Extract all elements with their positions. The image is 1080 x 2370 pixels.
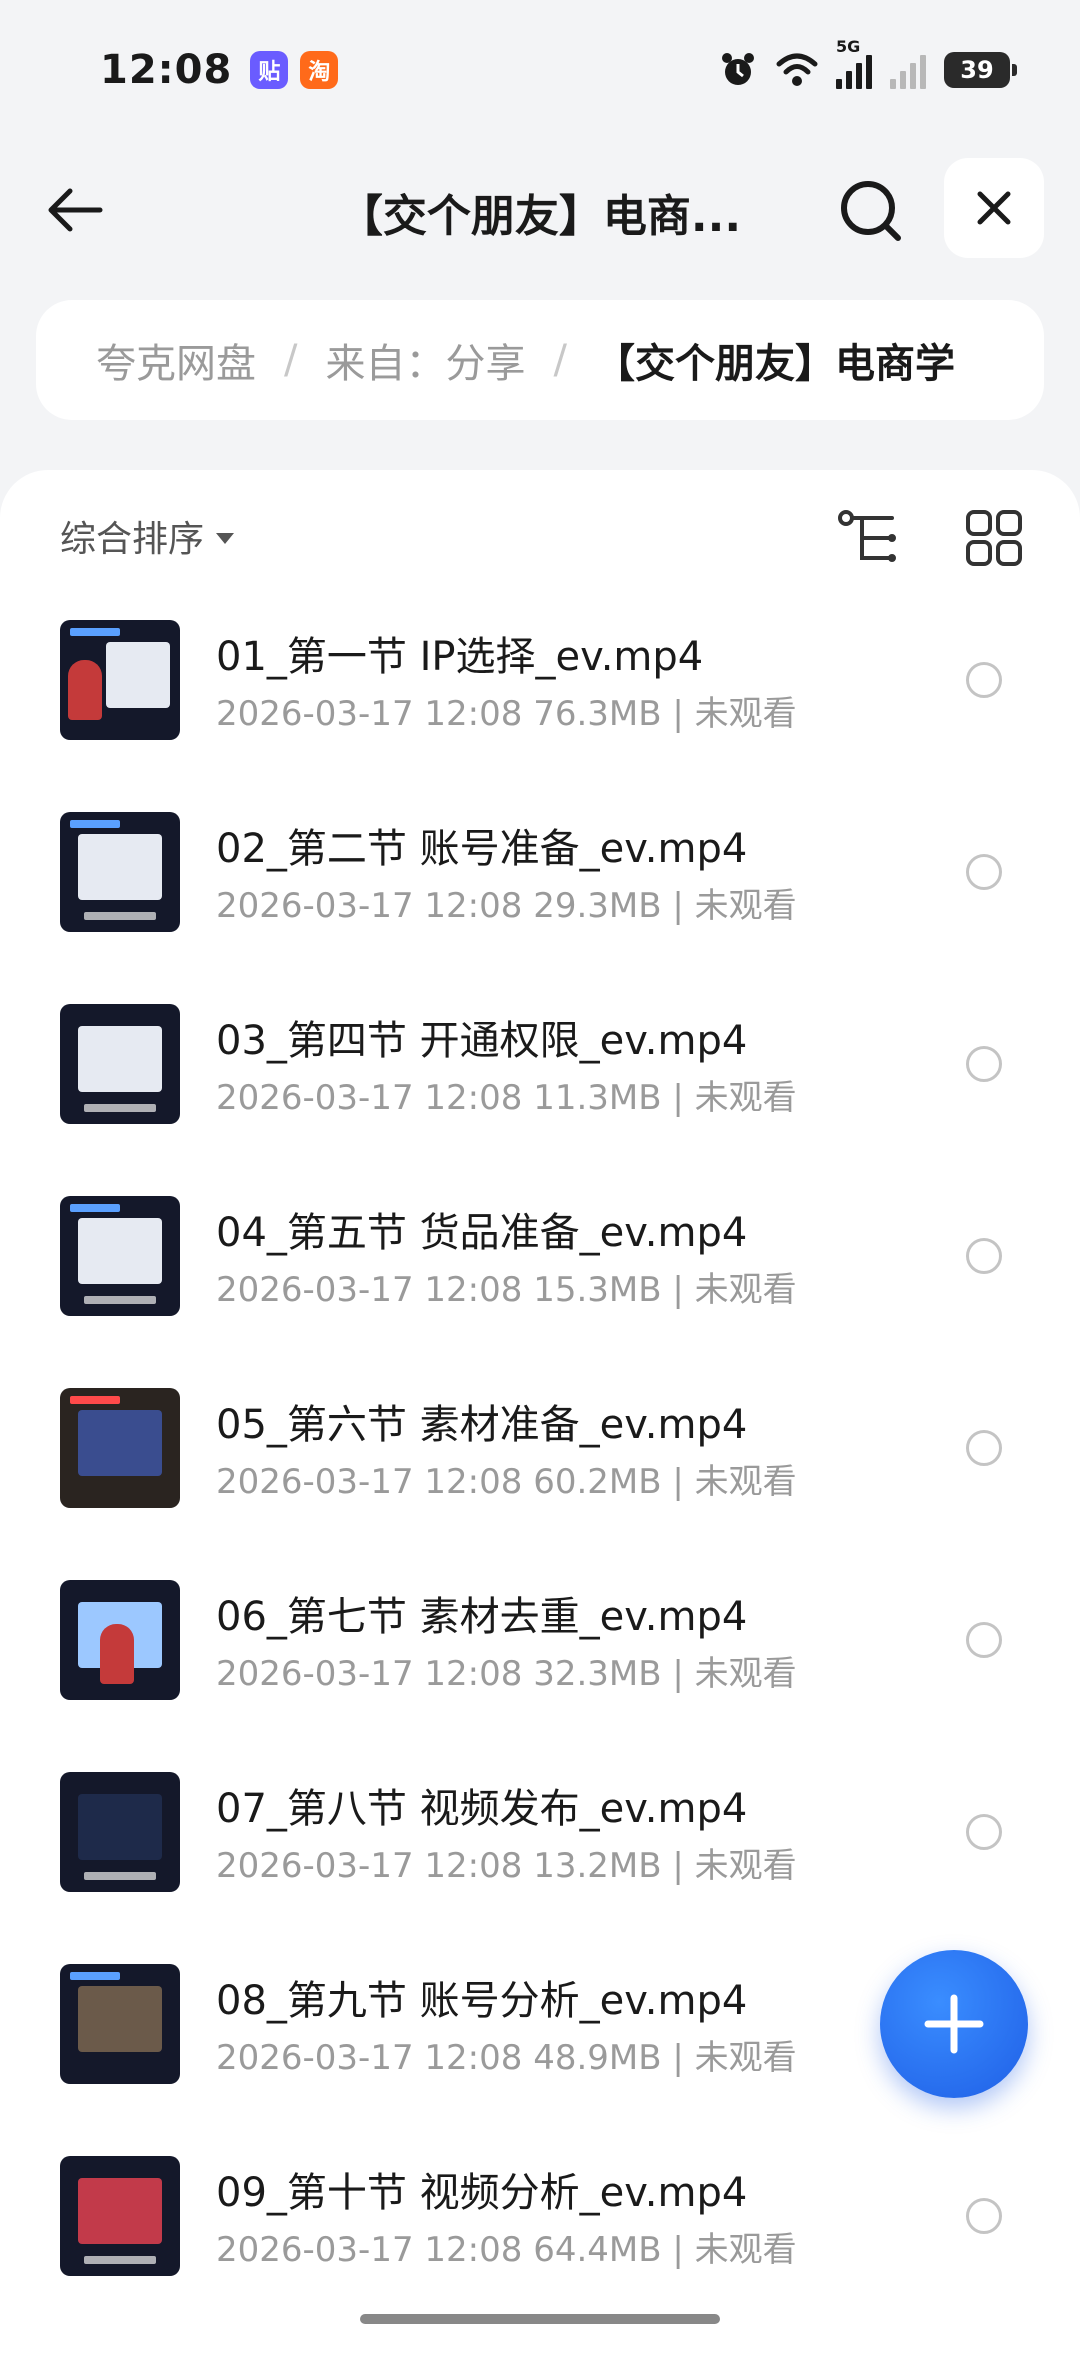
select-radio[interactable]	[966, 2198, 1002, 2234]
notification-badge-tieba: 贴	[250, 51, 289, 89]
select-radio[interactable]	[966, 1622, 1002, 1658]
grid-view-button[interactable]	[962, 506, 1026, 570]
back-arrow-icon	[48, 188, 103, 232]
back-button[interactable]	[44, 180, 114, 240]
select-radio[interactable]	[966, 662, 1002, 698]
page-title: 【交个朋友】电商...	[338, 191, 742, 242]
file-name: 01_第一节 IP选择_ev.mp4	[216, 634, 704, 680]
breadcrumb-item-quark-drive[interactable]: 夸克网盘	[96, 331, 256, 389]
list-item[interactable]: 02_第二节 账号准备_ev.mp4 2026-03-17 12:08 29.3…	[0, 812, 1080, 1004]
file-meta: 2026-03-17 12:08 60.2MB | 未观看	[216, 1462, 797, 1502]
video-thumbnail	[60, 1004, 180, 1124]
grid-icon	[966, 510, 1022, 566]
file-name: 05_第六节 素材准备_ev.mp4	[216, 1402, 748, 1448]
list-item[interactable]: 03_第四节 开通权限_ev.mp4 2026-03-17 12:08 11.3…	[0, 1004, 1080, 1196]
status-bar: 12:08 贴 淘 5G 39	[0, 0, 1080, 140]
file-meta: 2026-03-17 12:08 32.3MB | 未观看	[216, 1654, 797, 1694]
select-radio[interactable]	[966, 1430, 1002, 1466]
select-radio[interactable]	[966, 1238, 1002, 1274]
select-radio[interactable]	[966, 854, 1002, 890]
sort-label: 综合排序	[60, 519, 205, 560]
file-meta: 2026-03-17 12:08 15.3MB | 未观看	[216, 1270, 797, 1310]
file-meta: 2026-03-17 12:08 64.4MB | 未观看	[216, 2230, 797, 2270]
video-thumbnail	[60, 1580, 180, 1700]
wifi-icon	[776, 53, 818, 86]
alarm-icon	[722, 53, 754, 85]
search-icon	[841, 181, 901, 241]
sort-dropdown[interactable]: 综合排序	[60, 510, 235, 562]
search-button[interactable]	[836, 176, 906, 246]
file-name: 07_第八节 视频发布_ev.mp4	[216, 1786, 748, 1832]
select-radio[interactable]	[966, 1814, 1002, 1850]
select-radio[interactable]	[966, 1046, 1002, 1082]
file-name: 04_第五节 货品准备_ev.mp4	[216, 1210, 748, 1256]
file-meta: 2026-03-17 12:08 29.3MB | 未观看	[216, 886, 797, 926]
close-button[interactable]	[944, 158, 1044, 258]
breadcrumb-item-from-share[interactable]: 来自：分享	[325, 331, 525, 389]
list-item[interactable]: 01_第一节 IP选择_ev.mp4 2026-03-17 12:08 76.3…	[0, 620, 1080, 812]
video-thumbnail	[60, 1388, 180, 1508]
file-meta: 2026-03-17 12:08 76.3MB | 未观看	[216, 694, 797, 734]
cell-signal-2-icon	[890, 51, 926, 89]
battery-icon: 39	[944, 52, 1017, 88]
file-meta: 2026-03-17 12:08 48.9MB | 未观看	[216, 2038, 797, 2078]
file-name: 08_第九节 账号分析_ev.mp4	[216, 1978, 748, 2024]
file-name: 02_第二节 账号准备_ev.mp4	[216, 826, 748, 872]
list-item[interactable]: 07_第八节 视频发布_ev.mp4 2026-03-17 12:08 13.2…	[0, 1772, 1080, 1964]
list-item[interactable]: 04_第五节 货品准备_ev.mp4 2026-03-17 12:08 15.3…	[0, 1196, 1080, 1388]
list-toolbar: 综合排序	[0, 470, 1080, 600]
cell-signal-icon	[836, 51, 872, 89]
add-button[interactable]	[880, 1950, 1028, 2098]
breadcrumb: 夸克网盘 / 来自：分享 / 【交个朋友】电商学	[36, 300, 1044, 420]
home-indicator[interactable]	[360, 2314, 720, 2324]
network-type: 5G	[836, 37, 861, 56]
tree-view-button[interactable]	[836, 506, 900, 570]
video-thumbnail	[60, 1772, 180, 1892]
video-thumbnail	[60, 620, 180, 740]
video-thumbnail	[60, 2156, 180, 2276]
breadcrumb-item-current: 【交个朋友】电商学	[594, 341, 955, 387]
caret-down-icon	[216, 532, 235, 544]
breadcrumb-separator: /	[284, 337, 298, 383]
top-bar: 【交个朋友】电商...	[0, 150, 1080, 270]
notification-badge-taobao: 淘	[300, 51, 339, 89]
breadcrumb-separator: /	[553, 337, 567, 383]
file-name: 09_第十节 视频分析_ev.mp4	[216, 2170, 748, 2216]
list-item[interactable]: 05_第六节 素材准备_ev.mp4 2026-03-17 12:08 60.2…	[0, 1388, 1080, 1580]
file-name: 06_第七节 素材去重_ev.mp4	[216, 1594, 748, 1640]
list-item[interactable]: 06_第七节 素材去重_ev.mp4 2026-03-17 12:08 32.3…	[0, 1580, 1080, 1772]
video-thumbnail	[60, 812, 180, 932]
file-meta: 2026-03-17 12:08 13.2MB | 未观看	[216, 1846, 797, 1886]
close-icon	[977, 191, 1011, 225]
file-name: 03_第四节 开通权限_ev.mp4	[216, 1018, 748, 1064]
tree-structure-icon	[838, 510, 896, 562]
video-thumbnail	[60, 1196, 180, 1316]
plus-icon	[924, 1994, 984, 2054]
video-thumbnail	[60, 1964, 180, 2084]
status-time: 12:08	[100, 47, 233, 93]
file-meta: 2026-03-17 12:08 11.3MB | 未观看	[216, 1078, 797, 1118]
